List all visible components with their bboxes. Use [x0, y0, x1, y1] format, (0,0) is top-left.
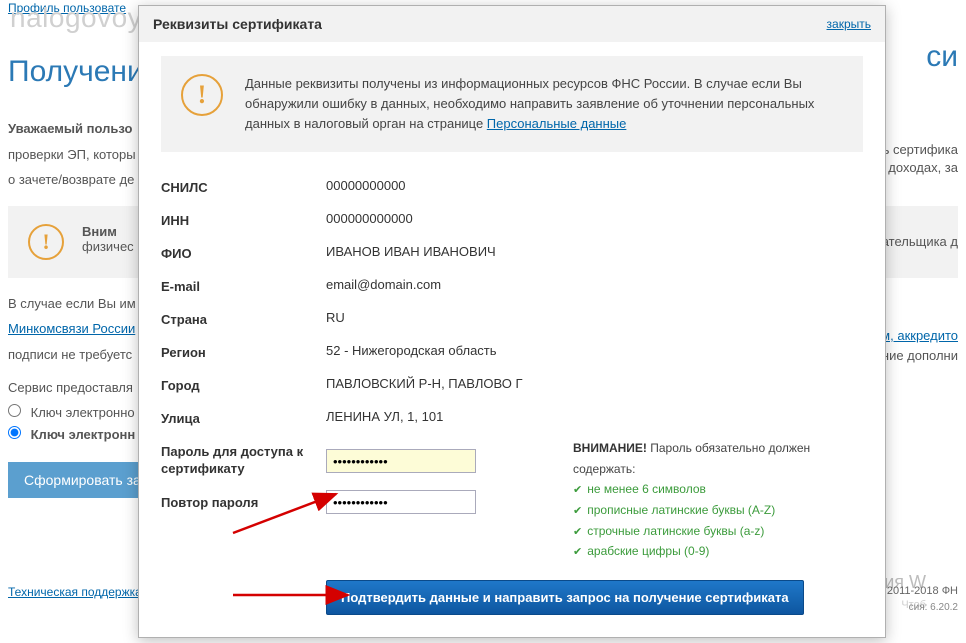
radio-1[interactable] — [8, 404, 21, 417]
hint-lower: строчные латинские буквы (a-z) — [573, 521, 863, 542]
radio-2[interactable] — [8, 426, 21, 439]
field-region: Регион 52 - Нижегородская область — [161, 335, 863, 368]
personal-data-link[interactable]: Персональные данные — [487, 116, 627, 131]
modal-title: Реквизиты сертификата — [153, 16, 322, 32]
field-fio: ФИО ИВАНОВ ИВАН ИВАНОВИЧ — [161, 236, 863, 269]
minkomsvyaz-link[interactable]: Минкомсвязи России — [8, 321, 135, 336]
warning-icon: ! — [28, 224, 64, 260]
warning-icon: ! — [181, 74, 223, 116]
password-row: Пароль для доступа к сертификату — [161, 438, 573, 484]
hint-digits: арабские цифры (0-9) — [573, 541, 863, 562]
field-street: Улица ЛЕНИНА УЛ, 1, 101 — [161, 401, 863, 434]
field-country: Страна RU — [161, 302, 863, 335]
submit-button[interactable]: Подтвердить данные и направить запрос на… — [326, 580, 804, 615]
password-repeat-input[interactable] — [326, 490, 476, 514]
field-city: Город ПАВЛОВСКИЙ Р-Н, ПАВЛОВО Г — [161, 368, 863, 401]
password-repeat-row: Повтор пароля — [161, 484, 573, 520]
field-snils: СНИЛС 00000000000 — [161, 170, 863, 203]
version: сия: 6.20.2 — [909, 602, 958, 613]
certificate-details-modal: Реквизиты сертификата закрыть ! Данные р… — [138, 5, 886, 638]
modal-header: Реквизиты сертификата закрыть — [139, 6, 885, 42]
hint-upper: прописные латинские буквы (A-Z) — [573, 500, 863, 521]
close-link[interactable]: закрыть — [827, 17, 871, 31]
password-hints: ВНИМАНИЕ! Пароль обязательно должен соде… — [573, 438, 863, 562]
tech-support-link[interactable]: Техническая поддержка — [8, 585, 142, 599]
form-request-button[interactable]: Сформировать за — [8, 462, 157, 498]
copyright: 2011-2018 ФН — [887, 585, 958, 597]
field-inn: ИНН 000000000000 — [161, 203, 863, 236]
hint-length: не менее 6 символов — [573, 479, 863, 500]
password-input[interactable] — [326, 449, 476, 473]
greeting: Уважаемый пользо — [8, 121, 132, 136]
info-alert: ! Данные реквизиты получены из информаци… — [161, 56, 863, 152]
field-email: E-mail email@domain.com — [161, 269, 863, 302]
alert-text: Данные реквизиты получены из информацион… — [245, 74, 843, 134]
accredited-link[interactable]: м, аккредито — [881, 328, 958, 343]
